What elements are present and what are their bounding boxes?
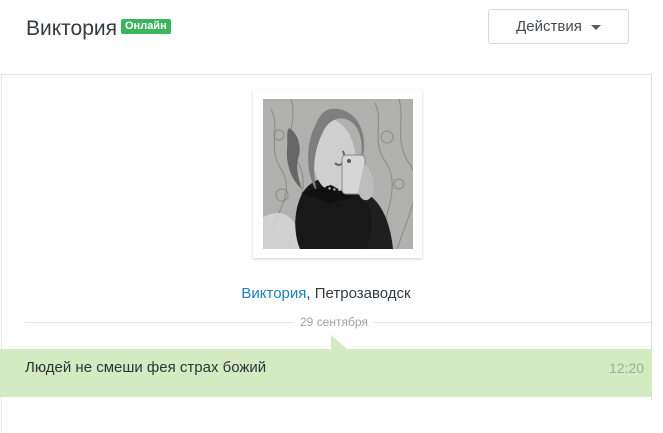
chevron-down-icon [590,25,601,30]
actions-dropdown-label: Действия [516,18,582,35]
message-time: 12:20 [609,360,645,376]
message-pointer [331,335,347,349]
profile-photo-image [263,99,413,249]
profile-location-line: Виктория, Петрозаводск [0,285,652,303]
chat-header: Виктория Онлайн Действия [0,0,652,75]
profile-location-separator: , [306,285,311,302]
profile-city: Петрозаводск [314,285,411,302]
online-status-badge: Онлайн [121,19,171,34]
actions-dropdown-button[interactable]: Действия [488,9,629,44]
chat-window: Виктория Онлайн Действия Виктория, Петро… [0,0,663,433]
profile-name-link[interactable]: Виктория [241,285,306,302]
message-text: Людей не смеши фея страх божий [25,359,267,376]
message-item: Людей не смеши фея страх божий 12:20 [0,335,652,397]
profile-photo[interactable] [263,99,413,249]
profile-photo-card[interactable] [253,90,422,258]
message-date: 29 сентября [294,314,374,330]
contact-name: Виктория [26,17,118,40]
right-border [651,40,652,400]
